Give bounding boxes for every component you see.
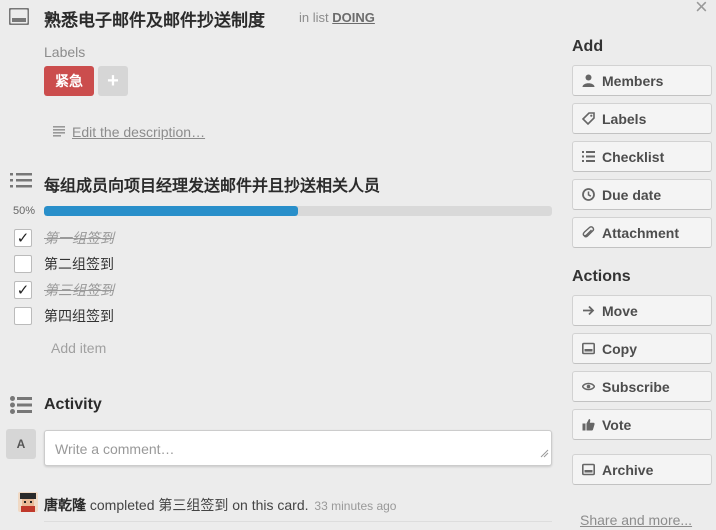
checklist-button[interactable]: Checklist bbox=[572, 141, 712, 172]
checklist-item-label[interactable]: 第四组签到 bbox=[44, 306, 114, 326]
checklist-progress-bar bbox=[44, 206, 552, 216]
tag-icon bbox=[582, 112, 595, 125]
checklist-item[interactable]: ✓ 第一组签到 bbox=[14, 228, 114, 248]
due-date-button-label: Due date bbox=[602, 186, 662, 203]
paperclip-icon bbox=[582, 226, 595, 238]
user-avatar-icon[interactable] bbox=[18, 492, 38, 512]
vote-button[interactable]: Vote bbox=[572, 409, 712, 440]
checkbox-4[interactable] bbox=[14, 307, 32, 325]
labels-heading: Labels bbox=[44, 44, 86, 60]
attachment-button[interactable]: Attachment bbox=[572, 217, 712, 248]
comment-input[interactable]: Write a comment… bbox=[44, 430, 552, 466]
thumbs-up-icon bbox=[582, 419, 595, 431]
archive-button-label: Archive bbox=[602, 461, 654, 478]
edit-description-link[interactable]: Edit the description… bbox=[72, 124, 205, 140]
add-checklist-item[interactable]: Add item bbox=[51, 340, 106, 356]
in-list-prefix: in list bbox=[299, 10, 329, 25]
checklist-item[interactable]: 第四组签到 bbox=[14, 306, 114, 326]
checklist-button-label: Checklist bbox=[602, 148, 665, 165]
activity-action: completed 第三组签到 on this card. bbox=[89, 497, 309, 513]
close-icon[interactable]: × bbox=[695, 0, 708, 18]
share-and-more-link[interactable]: Share and more... bbox=[580, 512, 692, 528]
members-button-label: Members bbox=[602, 72, 664, 89]
card-icon bbox=[8, 7, 30, 26]
due-date-button[interactable]: Due date bbox=[572, 179, 712, 210]
members-button[interactable]: Members bbox=[572, 65, 712, 96]
subscribe-button[interactable]: Subscribe bbox=[572, 371, 712, 402]
activity-icon bbox=[10, 396, 32, 419]
move-button[interactable]: Move bbox=[572, 295, 712, 326]
checklist-item[interactable]: ✓ 第三组签到 bbox=[14, 280, 114, 300]
current-user-avatar[interactable]: A bbox=[6, 429, 36, 459]
activity-heading: Activity bbox=[44, 396, 102, 413]
card-detail-window: 熟悉电子邮件及邮件抄送制度 in list DOING × Labels 紧急 … bbox=[0, 0, 716, 530]
attachment-button-label: Attachment bbox=[602, 224, 680, 241]
vote-button-label: Vote bbox=[602, 416, 632, 433]
card-title[interactable]: 熟悉电子邮件及邮件抄送制度 bbox=[44, 6, 265, 31]
eye-icon bbox=[582, 382, 595, 391]
checklist-progress-fill bbox=[44, 206, 298, 216]
checklist-item[interactable]: 第二组签到 bbox=[14, 254, 114, 274]
resize-grip-icon[interactable] bbox=[540, 445, 549, 463]
actions-heading: Actions bbox=[572, 268, 631, 285]
activity-time[interactable]: 33 minutes ago bbox=[314, 499, 396, 513]
card-icon bbox=[582, 342, 595, 355]
subscribe-button-label: Subscribe bbox=[602, 378, 670, 395]
person-icon bbox=[582, 74, 595, 87]
divider bbox=[44, 521, 552, 522]
checkbox-3[interactable]: ✓ bbox=[14, 281, 32, 299]
list-link[interactable]: DOING bbox=[332, 10, 375, 25]
checklist-title[interactable]: 每组成员向项目经理发送邮件并且抄送相关人员 bbox=[44, 172, 380, 196]
checklist-item-label[interactable]: 第一组签到 bbox=[44, 228, 114, 248]
checkbox-2[interactable] bbox=[14, 255, 32, 273]
labels-button[interactable]: Labels bbox=[572, 103, 712, 134]
labels-button-label: Labels bbox=[602, 110, 647, 127]
checklist-item-label[interactable]: 第二组签到 bbox=[44, 254, 114, 274]
comment-placeholder: Write a comment… bbox=[55, 441, 175, 457]
activity-user[interactable]: 唐乾隆 bbox=[44, 497, 86, 513]
archive-button[interactable]: Archive bbox=[572, 454, 712, 485]
in-list-text: in list DOING bbox=[299, 10, 375, 25]
description-icon bbox=[53, 124, 65, 142]
copy-button[interactable]: Copy bbox=[572, 333, 712, 364]
checkbox-1[interactable]: ✓ bbox=[14, 229, 32, 247]
arrow-right-icon bbox=[583, 305, 595, 316]
checklist-item-label[interactable]: 第三组签到 bbox=[44, 280, 114, 300]
add-heading: Add bbox=[572, 38, 604, 55]
archive-icon bbox=[582, 463, 595, 476]
checklist-percent: 50% bbox=[13, 205, 36, 217]
add-label-button[interactable]: + bbox=[98, 66, 128, 96]
checklist-icon bbox=[10, 172, 32, 193]
move-button-label: Move bbox=[602, 302, 638, 319]
clock-icon bbox=[582, 188, 595, 201]
label-urgent[interactable]: 紧急 bbox=[44, 66, 94, 96]
checklist-icon bbox=[582, 151, 595, 162]
copy-button-label: Copy bbox=[602, 340, 637, 357]
activity-entry: 唐乾隆 completed 第三组签到 on this card. 33 min… bbox=[44, 495, 396, 515]
